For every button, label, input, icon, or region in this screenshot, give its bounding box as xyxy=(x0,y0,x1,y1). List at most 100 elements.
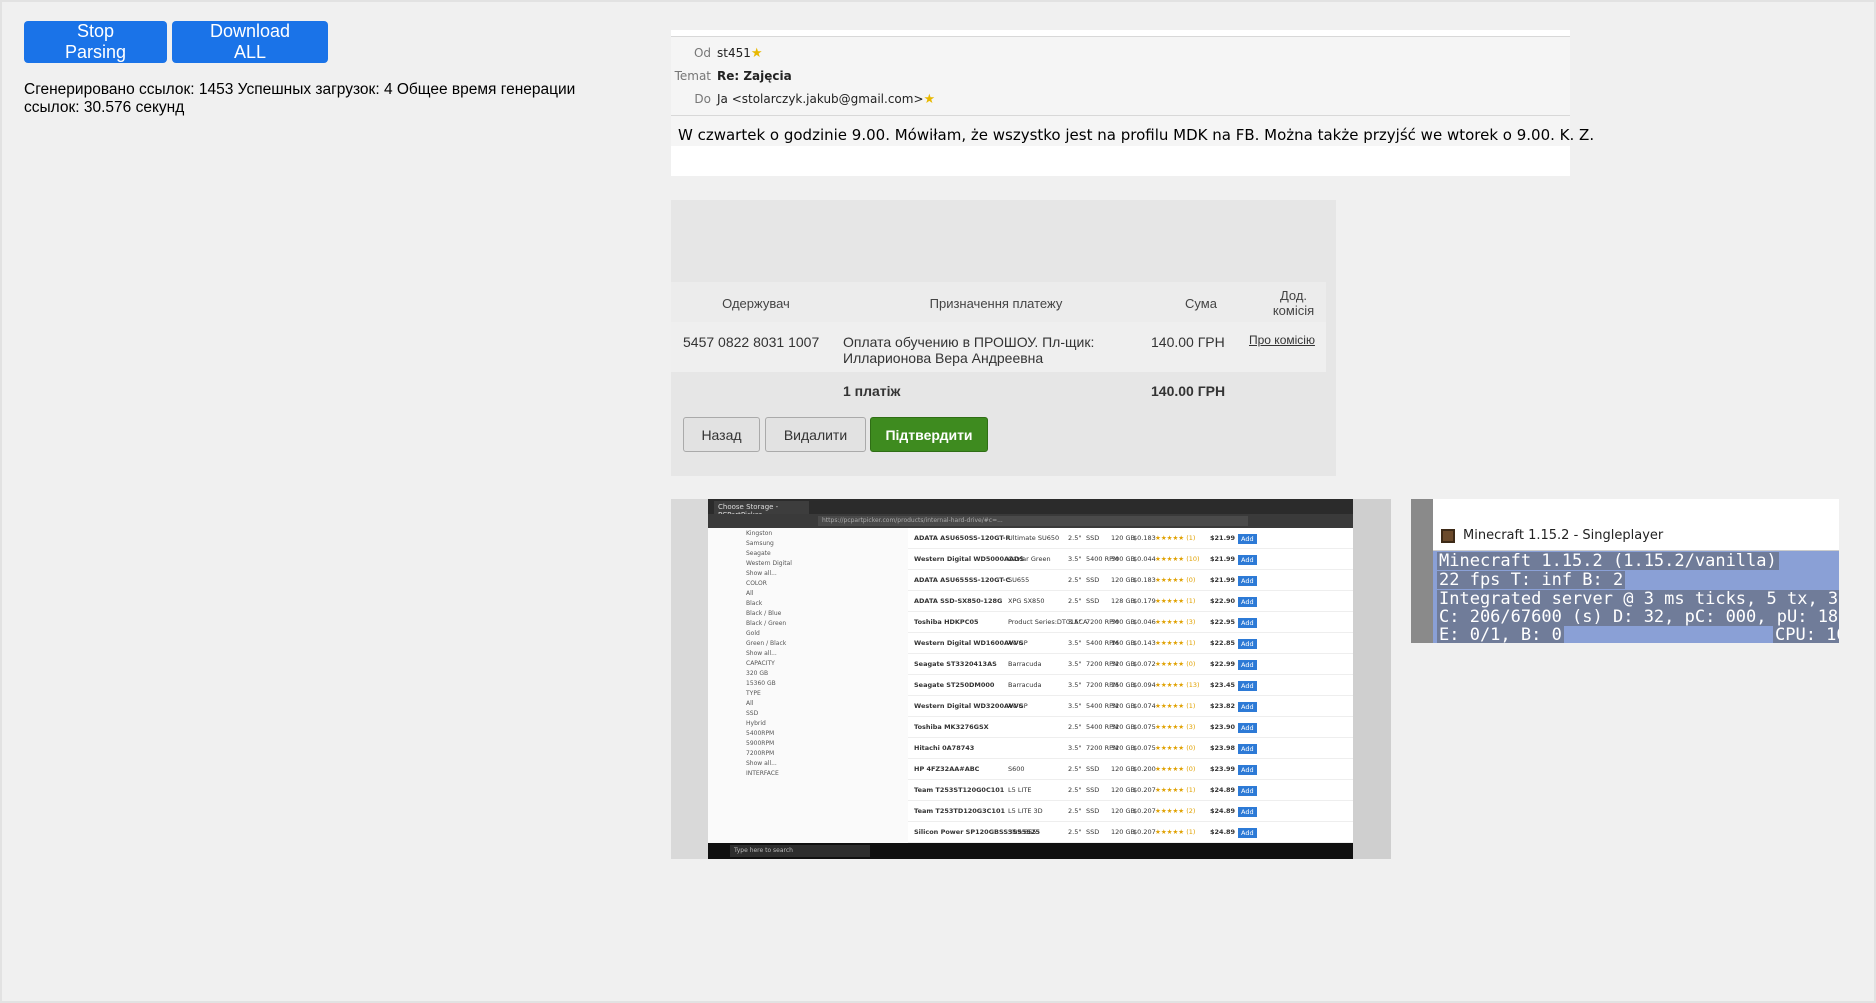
cell-ppg: $0.094 xyxy=(1133,681,1156,689)
cell-ppg: $0.183 xyxy=(1133,576,1156,584)
delete-button[interactable]: Видалити xyxy=(765,417,866,452)
storage-screenshot-image: Choose Storage - PCPartPicker https://pc… xyxy=(671,499,1391,859)
minecraft-title: Minecraft 1.15.2 - Singleplayer xyxy=(1463,528,1664,543)
email-subject-row: Temat Re: Zajęcia xyxy=(671,69,792,83)
cell-cap: 320 GB xyxy=(1111,660,1135,668)
cell-type: SSD xyxy=(1086,576,1100,584)
cell-series: Caviar Green xyxy=(1008,555,1051,563)
filter-item: Kingston xyxy=(746,530,773,537)
email-from-value: st451 xyxy=(717,46,751,60)
debug-cpu: CPU: 16 xyxy=(1773,626,1839,643)
back-button[interactable]: Назад xyxy=(683,417,760,452)
filter-item: 320 GB xyxy=(746,670,769,677)
add-button: Add xyxy=(1238,576,1257,586)
cell-series: S600 xyxy=(1008,765,1025,773)
add-button: Add xyxy=(1238,639,1257,649)
minecraft-debug-overlay: Minecraft 1.15.2 (1.15.2/vanilla) 22 fps… xyxy=(1433,551,1839,643)
cell-form: 2.5" xyxy=(1068,828,1082,836)
cell-series: Ultimate SU650 xyxy=(1008,534,1060,542)
cell-ppg: $0.183 xyxy=(1133,534,1156,542)
cell-name: HP 4FZ32AA#ABC xyxy=(914,765,980,773)
cell-form: 2.5" xyxy=(1068,723,1082,731)
email-divider xyxy=(671,115,1570,116)
cell-price: $24.89 xyxy=(1210,828,1236,836)
browser-address-bar: https://pcpartpicker.com/products/intern… xyxy=(708,514,1353,528)
cell-name: Toshiba MK3276GSX xyxy=(914,723,989,731)
email-to-row: Do Ja <stolarczyk.jakub@gmail.com>★ xyxy=(671,92,935,107)
product-row: ADATA ASU655SS-120GT-C SU655 2.5" SSD 120 GB… xyxy=(908,570,1353,591)
filter-item: INTERFACE xyxy=(746,770,779,777)
star-icon: ★ xyxy=(923,92,936,107)
header-recipient: Одержувач xyxy=(722,296,790,311)
add-button: Add xyxy=(1238,702,1257,712)
product-row: ADATA SSD-SX850-128G XPG SX850 2.5" SSD 128 … xyxy=(908,591,1353,612)
browser-url: https://pcpartpicker.com/products/intern… xyxy=(818,516,1248,526)
filter-item: CAPACITY xyxy=(746,660,775,667)
cell-rating: ★★★★★ (0) xyxy=(1155,660,1196,668)
cell-series: AV-GP xyxy=(1008,702,1028,710)
filter-item: 15360 GB xyxy=(746,680,776,687)
filter-item: Samsung xyxy=(746,540,774,547)
minecraft-titlebar: Minecraft 1.15.2 - Singleplayer xyxy=(1433,521,1839,551)
cell-price: $23.98 xyxy=(1210,744,1236,752)
total-count: 1 платіж xyxy=(843,383,901,399)
cell-form: 3.5" xyxy=(1068,639,1082,647)
add-button: Add xyxy=(1238,534,1257,544)
cell-series: SU655 xyxy=(1008,576,1030,584)
cell-series: XPG SX850 xyxy=(1008,597,1045,605)
cell-cap: 320 GB xyxy=(1111,702,1135,710)
filter-item: Black / Blue xyxy=(746,610,782,617)
email-body: W czwartek o godzinie 9.00. Mówiłam, że … xyxy=(678,126,1595,144)
browser-window: Choose Storage - PCPartPicker https://pc… xyxy=(708,499,1353,859)
debug-line: C: 206/67600 (s) D: 32, pC: 000, pU: 18,… xyxy=(1437,608,1839,626)
cell-series: AV-GP xyxy=(1008,639,1028,647)
cell-ppg: $0.075 xyxy=(1133,723,1156,731)
add-button: Add xyxy=(1238,765,1257,775)
add-button: Add xyxy=(1238,828,1257,838)
cell-ppg: $0.074 xyxy=(1133,702,1156,710)
cell-form: 3.5" xyxy=(1068,744,1082,752)
recipient-card: 5457 0822 8031 1007 xyxy=(683,334,820,350)
filter-item: Green / Black xyxy=(746,640,787,647)
cell-ppg: $0.200 xyxy=(1133,765,1156,773)
filter-item: Seagate xyxy=(746,550,771,557)
cell-ppg: $0.207 xyxy=(1133,786,1156,794)
email-to-label: Do xyxy=(694,92,711,106)
cell-type: SSD xyxy=(1086,597,1100,605)
generation-stats: Сгенерировано ссылок: 1453 Успешных загр… xyxy=(24,81,576,116)
cell-name: Hitachi 0A78743 xyxy=(914,744,975,752)
cell-form: 3.5" xyxy=(1068,555,1082,563)
cell-ppg: $0.207 xyxy=(1133,828,1156,836)
cell-cap: 120 GB xyxy=(1111,534,1135,542)
add-button: Add xyxy=(1238,618,1257,628)
filter-item: Show all... xyxy=(746,570,777,577)
cell-cap: 160 GB xyxy=(1111,639,1135,647)
stop-parsing-button[interactable]: Stop Parsing xyxy=(24,21,167,63)
cell-cap: 120 GB xyxy=(1111,786,1135,794)
email-image: Od st451★ Temat Re: Zajęcia Do Ja <stolarcz… xyxy=(671,30,1594,176)
confirm-button[interactable]: Підтвердити xyxy=(870,417,988,452)
fee-link[interactable]: Про комісію xyxy=(1249,333,1315,347)
purpose-line-2: Илларионова Вера Андреевна xyxy=(843,350,1044,366)
header-amount: Сума xyxy=(1185,296,1217,311)
cell-name: Team T253ST120G0C101 xyxy=(914,786,1005,794)
cell-price: $21.99 xyxy=(1210,576,1236,584)
star-icon: ★ xyxy=(750,46,763,61)
debug-line: 22 fps T: inf B: 2 xyxy=(1437,570,1626,590)
filter-item: All xyxy=(746,700,754,707)
download-all-button[interactable]: Download ALL xyxy=(172,21,328,63)
add-button: Add xyxy=(1238,681,1257,691)
cell-series: Barracuda xyxy=(1008,660,1042,668)
minecraft-icon xyxy=(1441,529,1455,543)
cell-cap: 120 GB xyxy=(1111,765,1135,773)
email-subject-value: Re: Zajęcia xyxy=(717,69,792,83)
filter-item: COLOR xyxy=(746,580,767,587)
cell-price: $24.89 xyxy=(1210,807,1236,815)
add-button: Add xyxy=(1238,555,1257,565)
cell-rating: ★★★★★ (3) xyxy=(1155,618,1196,626)
cell-price: $22.90 xyxy=(1210,597,1236,605)
cell-ppg: $0.044 xyxy=(1133,555,1156,563)
cell-name: ADATA SSD-SX850-128G xyxy=(914,597,1003,605)
cell-rating: ★★★★★ (10) xyxy=(1155,555,1200,563)
header-fee: Дод. комісія xyxy=(1272,288,1315,318)
